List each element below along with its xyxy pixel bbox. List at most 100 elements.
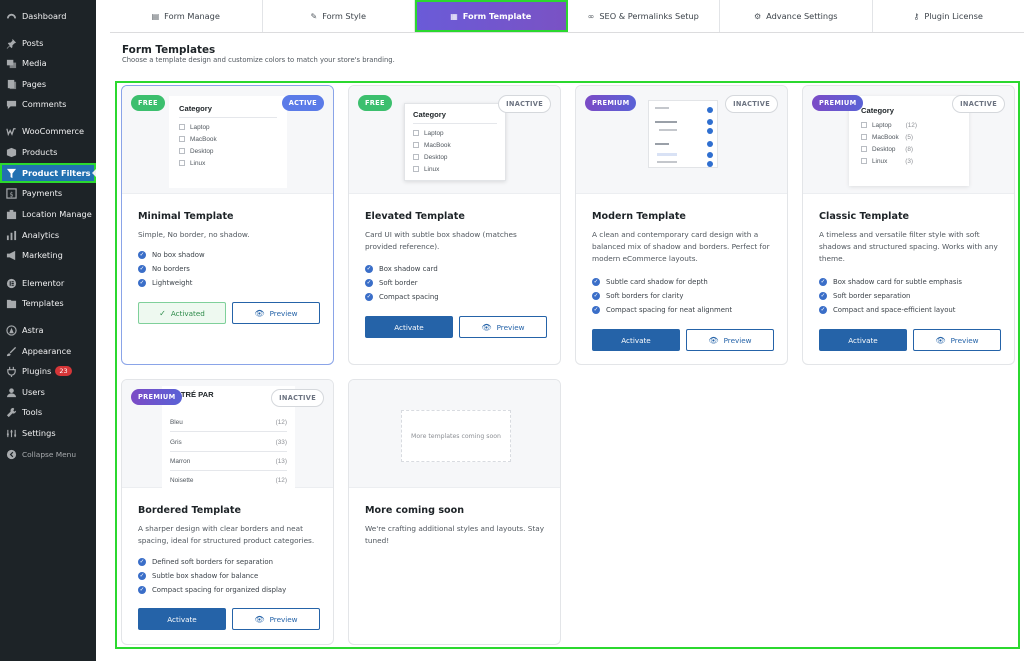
preview-row: Gris (33) [170, 434, 287, 452]
sidebar-label: WooCommerce [22, 126, 85, 136]
check-icon: ✓ [592, 292, 600, 300]
comments-icon [6, 99, 17, 110]
checkbox-icon [179, 160, 185, 166]
sidebar-collapse-menu[interactable]: Collapse Menu [0, 444, 96, 464]
check-icon: ✓ [592, 306, 600, 314]
activate-button[interactable]: Activate [592, 329, 680, 351]
preview-filter-title: Category [179, 104, 277, 118]
sidebar-item-location-manage[interactable]: Location Manage [0, 204, 96, 224]
template-title: Elevated Template [365, 211, 465, 222]
tab-seo-permalinks[interactable]: ∞ SEO & Permalinks Setup [568, 0, 720, 32]
feature-item: ✓ Box shadow card for subtle emphasis [819, 278, 962, 286]
template-card-bordered[interactable]: FILTRÉ PAR Bleu (12) Gris (33) Marron (13) … [121, 379, 334, 645]
preview-button[interactable]: 👁 Preview [232, 608, 320, 630]
tab-plugin-license[interactable]: ⚷ Plugin License [873, 0, 1024, 32]
checkbox-icon [413, 166, 419, 172]
sidebar-item-plugins[interactable]: Plugins 23 [0, 361, 96, 381]
sidebar-item-settings[interactable]: Settings [0, 423, 96, 443]
sidebar-label: Dashboard [22, 11, 67, 21]
svg-text:$: $ [9, 190, 13, 198]
sidebar-item-tools[interactable]: Tools [0, 402, 96, 422]
sidebar-item-analytics[interactable]: Analytics [0, 225, 96, 245]
eye-icon: 👁 [254, 614, 265, 624]
payments-icon: $ [6, 187, 17, 199]
activate-button[interactable]: Activate [819, 329, 907, 351]
checkbox-icon [413, 154, 419, 160]
preview-row: Desktop [179, 145, 277, 157]
preview-row: Laptop [179, 121, 277, 133]
activate-button[interactable]: Activate [138, 608, 226, 630]
sidebar-item-posts[interactable]: Posts [0, 33, 96, 53]
status-badge: INACTIVE [725, 95, 778, 113]
plan-badge: FREE [131, 95, 165, 111]
sidebar-item-woocommerce[interactable]: WooCommerce [0, 121, 96, 141]
status-badge: INACTIVE [498, 95, 551, 113]
location-icon [6, 209, 17, 220]
template-card-minimal[interactable]: Category Laptop MacBook Desktop Linux FR… [121, 85, 334, 365]
status-badge: INACTIVE [952, 95, 1005, 113]
preview-button[interactable]: 👁 Preview [686, 329, 774, 351]
plan-badge: FREE [358, 95, 392, 111]
activated-button[interactable]: ✓ Activated [138, 302, 226, 324]
templates-icon [6, 298, 17, 309]
check-icon: ✓ [138, 558, 146, 566]
template-description: Simple, No border, no shadow. [138, 230, 250, 239]
sidebar-item-products[interactable]: Products [0, 142, 96, 162]
preview-row: Linux (3) [861, 155, 957, 167]
template-title: Bordered Template [138, 505, 241, 516]
tab-form-manage[interactable]: ▤ Form Manage [110, 0, 263, 32]
preview-row: Desktop [413, 151, 497, 163]
preview-row: Linux [413, 163, 497, 175]
sidebar-item-elementor[interactable]: Elementor [0, 273, 96, 293]
sidebar-label: Location Manage [22, 209, 92, 219]
check-circle-icon: ✓ [159, 308, 166, 318]
eye-icon: 👁 [708, 335, 719, 345]
checkbox-icon [861, 158, 867, 164]
template-description: Card UI with subtle box shadow (matches … [365, 230, 517, 252]
preview-row: Laptop [413, 127, 497, 139]
key-icon: ⚷ [913, 11, 920, 21]
sidebar-item-pages[interactable]: Pages [0, 74, 96, 94]
sidebar-label: Astra [22, 325, 44, 335]
tab-label: Advance Settings [766, 11, 838, 21]
check-icon: ✓ [138, 572, 146, 580]
gear-icon: ⚙ [753, 11, 762, 21]
template-card-classic[interactable]: Category Laptop (12) MacBook (5) Desktop (8… [802, 85, 1015, 365]
sidebar-item-payments[interactable]: $ Payments [0, 183, 96, 203]
coming-soon-placeholder: More templates coming soon [401, 410, 511, 462]
preview-row: Laptop (12) [861, 119, 957, 131]
sidebar-item-appearance[interactable]: Appearance [0, 341, 96, 361]
tab-advance-settings[interactable]: ⚙ Advance Settings [720, 0, 873, 32]
sidebar-label: Collapse Menu [22, 449, 77, 459]
form-manage-icon: ▤ [151, 11, 160, 21]
sidebar-item-product-filters[interactable]: Product Filters [0, 163, 96, 183]
template-card-elevated[interactable]: Category Laptop MacBook Desktop Linux FR… [348, 85, 561, 365]
preview-button[interactable]: 👁 Preview [913, 329, 1001, 351]
preview-row: MacBook [179, 133, 277, 145]
filter-icon [6, 168, 17, 179]
sidebar-item-comments[interactable]: Comments [0, 94, 96, 114]
eye-icon: 👁 [254, 308, 265, 318]
template-description: A sharper design with clear borders and … [138, 524, 315, 546]
feature-item: ✓ Compact spacing for neat alignment [592, 306, 733, 314]
preview-filter-widget [648, 100, 718, 168]
collapse-icon [6, 449, 17, 460]
pin-icon [6, 38, 17, 49]
sidebar-item-media[interactable]: Media [0, 53, 96, 73]
preview-filter-widget: Category Laptop (12) MacBook (5) Desktop (8… [849, 96, 969, 186]
preview-button[interactable]: 👁 Preview [232, 302, 320, 324]
activate-button[interactable]: Activate [365, 316, 453, 338]
tab-form-template[interactable]: ▦ Form Template [415, 0, 568, 32]
sidebar-item-marketing[interactable]: Marketing [0, 245, 96, 265]
sidebar-item-users[interactable]: Users [0, 382, 96, 402]
sidebar-item-dashboard[interactable]: Dashboard [0, 6, 96, 26]
sidebar-item-templates[interactable]: Templates [0, 293, 96, 313]
users-icon [6, 387, 17, 398]
template-card-modern[interactable]: PREMIUM INACTIVE Modern Template A clean… [575, 85, 788, 365]
feature-item: ✓ Soft border [365, 279, 418, 287]
preview-button[interactable]: 👁 Preview [459, 316, 547, 338]
sidebar-label: Product Filters [22, 168, 91, 178]
feature-item: ✓ Lightweight [138, 279, 193, 287]
sidebar-item-astra[interactable]: Astra [0, 320, 96, 340]
tab-form-style[interactable]: ✎ Form Style [263, 0, 415, 32]
